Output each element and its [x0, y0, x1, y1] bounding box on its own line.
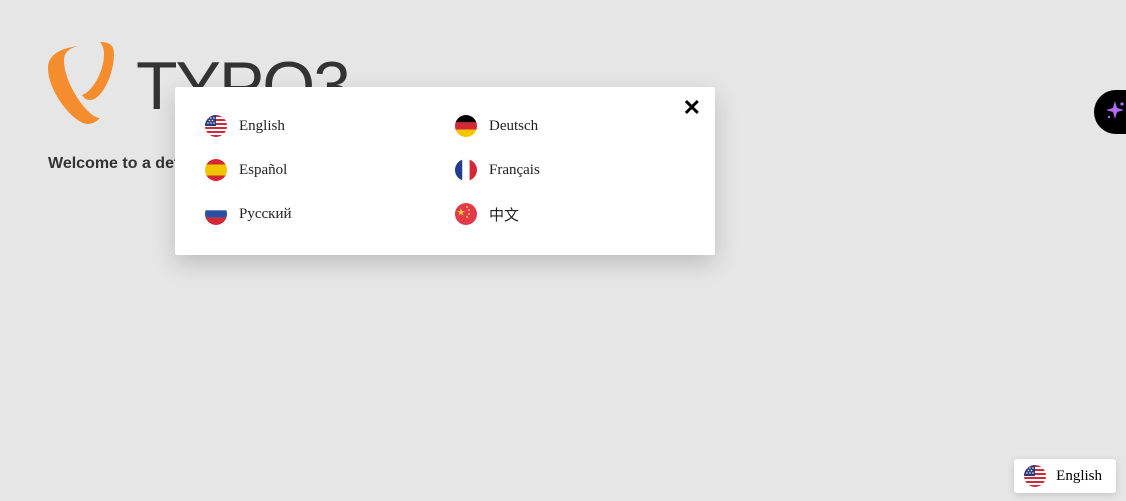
flag-us-icon [205, 115, 227, 137]
lang-label: Français [489, 162, 540, 179]
side-widget-button[interactable] [1094, 90, 1126, 134]
lang-label: 中文 [489, 204, 519, 225]
close-icon[interactable]: ✕ [683, 97, 701, 119]
flag-ru-icon [205, 203, 227, 225]
lang-label: Español [239, 162, 287, 179]
lang-item-english[interactable]: English [205, 115, 435, 137]
lang-label: Deutsch [489, 118, 538, 135]
language-list: English Deutsch Español [205, 115, 685, 225]
lang-item-chinese[interactable]: 中文 [455, 203, 685, 225]
current-language-label: English [1056, 468, 1102, 485]
lang-label: Русский [239, 206, 292, 223]
typo3-logo-icon [48, 42, 126, 129]
flag-us-icon [1024, 465, 1046, 487]
lang-item-deutsch[interactable]: Deutsch [455, 115, 685, 137]
language-dialog: ✕ English [175, 87, 715, 255]
flag-cn-icon [455, 203, 477, 225]
lang-item-espanol[interactable]: Español [205, 159, 435, 181]
flag-fr-icon [455, 159, 477, 181]
flag-de-icon [455, 115, 477, 137]
current-language-button[interactable]: English [1014, 459, 1116, 493]
sparkle-icon [1104, 99, 1126, 126]
lang-label: English [239, 118, 285, 135]
lang-item-francais[interactable]: Français [455, 159, 685, 181]
flag-es-icon [205, 159, 227, 181]
lang-item-russian[interactable]: Русский [205, 203, 435, 225]
